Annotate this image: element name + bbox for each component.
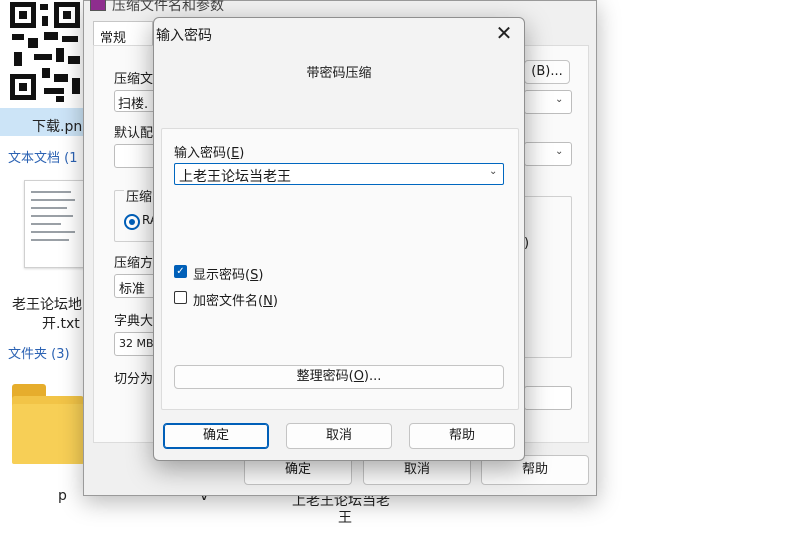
folder-front — [12, 404, 84, 464]
doc-label-line1[interactable]: 老王论坛地 — [12, 294, 82, 314]
encrypt-filenames-checkbox[interactable] — [174, 291, 187, 304]
dict-value: 32 MB — [119, 337, 154, 350]
close-icon[interactable]: ✕ — [490, 21, 518, 45]
password-input-value: 上老王论坛当老王 — [179, 169, 291, 185]
show-password-checkbox[interactable]: ✓ — [174, 265, 187, 278]
archive-help-label: 帮助 — [521, 462, 548, 477]
format-group-label: 压缩 — [124, 186, 155, 205]
password-ok-label: 确定 — [202, 428, 229, 443]
text-document-thumbnail[interactable] — [24, 180, 84, 268]
profile-label: 默认配 — [114, 126, 154, 141]
password-dialog: 输入密码 ✕ 带密码压缩 输入密码(E) 上老王论坛当老王 ⌄ ✓ 显示密码(S… — [153, 17, 525, 461]
password-dialog-titlebar[interactable]: 输入密码 ✕ — [154, 18, 524, 48]
split-field[interactable] — [524, 386, 572, 410]
password-help-button[interactable]: 帮助 — [409, 423, 515, 449]
password-cancel-label: 取消 — [325, 428, 352, 443]
password-cancel-button[interactable]: 取消 — [286, 423, 392, 449]
chevron-down-icon: ⌄ — [555, 94, 564, 105]
qr-code-thumbnail[interactable] — [10, 0, 82, 106]
password-input[interactable]: 上老王论坛当老王 ⌄ — [174, 163, 504, 185]
browse-button[interactable]: (B)... — [524, 60, 570, 84]
archive-ok-label: 确定 — [284, 462, 311, 477]
chevron-down-icon[interactable]: ⌄ — [489, 166, 497, 177]
dict-label: 字典大 — [114, 314, 154, 329]
group-header-folders[interactable]: 文件夹 (3) — [8, 343, 70, 362]
method-label: 压缩方 — [114, 256, 154, 271]
browse-button-label: (B)... — [531, 64, 563, 79]
show-password-label[interactable]: 显示密码(S) — [193, 264, 263, 283]
doc-label-line2[interactable]: 开.txt — [42, 313, 80, 333]
password-dialog-title: 输入密码 — [156, 28, 212, 44]
archive-name-label: 压缩文 — [114, 72, 154, 87]
chevron-down-icon: ⌄ — [555, 146, 564, 157]
folder-label[interactable]: p — [58, 488, 67, 504]
split-label: 切分为 — [114, 372, 154, 387]
password-dialog-subtitle: 带密码压缩 — [306, 66, 372, 81]
archive-cancel-label: 取消 — [403, 462, 430, 477]
update-mode-dropdown[interactable]: ⌄ — [524, 142, 572, 166]
password-ok-button[interactable]: 确定 — [163, 423, 269, 449]
method-value: 标准 — [119, 282, 146, 297]
archive-dialog-title: 压缩文件名和参数 — [112, 0, 224, 14]
password-help-label: 帮助 — [448, 428, 475, 443]
archive-name-value: 扫楼. — [118, 97, 149, 112]
enter-password-label: 输入密码(E) — [174, 146, 245, 161]
tab-general-label[interactable]: 常规 — [100, 27, 126, 46]
winrar-app-icon — [90, 0, 106, 11]
archive-name-dropdown[interactable]: ⌄ — [524, 90, 572, 114]
archive-dialog-titlebar: 压缩文件名和参数 — [84, 0, 596, 17]
encrypt-filenames-label[interactable]: 加密文件名(N) — [193, 290, 278, 309]
qr-file-label[interactable]: 下载.pn — [32, 116, 82, 136]
group-header-text-docs[interactable]: 文本文档 (1 — [8, 147, 77, 166]
format-rar-radio[interactable] — [124, 214, 140, 230]
organize-passwords-button[interactable]: 整理密码(O)... — [174, 365, 504, 389]
bottom-file-label-line2[interactable]: 王 — [338, 507, 352, 527]
